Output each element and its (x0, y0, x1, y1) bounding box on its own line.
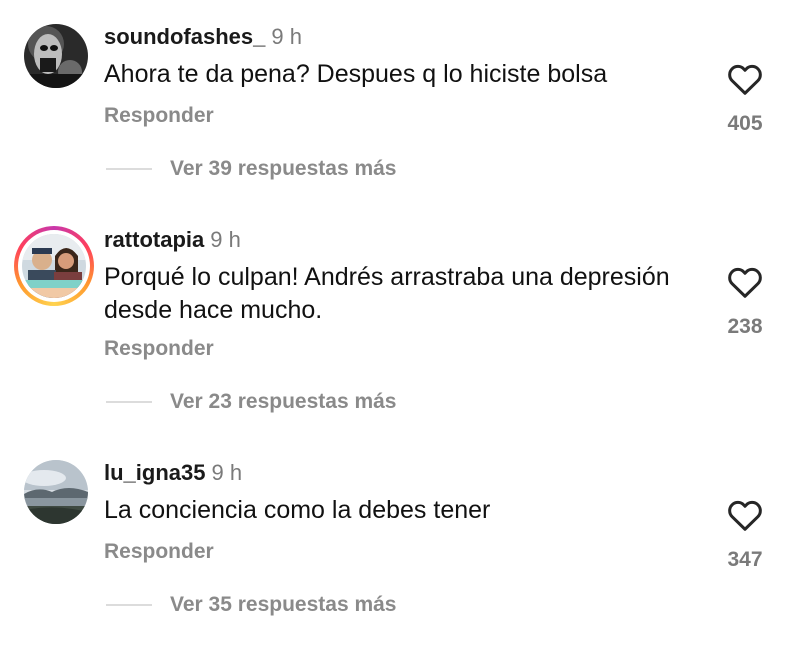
comment-text: Porqué lo culpan! Andrés arrastraba una … (104, 263, 670, 324)
view-replies-label: Ver 39 respuestas más (170, 157, 397, 180)
like-count: 405 (727, 112, 763, 135)
view-replies-button[interactable]: Ver 23 respuestas más (106, 387, 397, 417)
avatar[interactable] (24, 460, 88, 524)
view-replies-button[interactable]: Ver 39 respuestas más (106, 154, 397, 184)
divider-line (106, 401, 152, 403)
divider-line (106, 168, 152, 170)
comment-text: La conciencia como la debes tener (104, 496, 491, 524)
timestamp: 9 h (271, 24, 302, 49)
reply-button[interactable]: Responder (104, 540, 214, 564)
comment-header: rattotapia 9 h (104, 227, 241, 253)
username[interactable]: soundofashes_ (104, 24, 265, 49)
avatar[interactable] (14, 226, 94, 306)
reply-button[interactable]: Responder (104, 104, 214, 128)
reply-button[interactable]: Responder (104, 337, 214, 361)
heart-outline-icon[interactable] (727, 498, 763, 532)
comment-header: soundofashes_ 9 h (104, 24, 302, 50)
view-replies-label: Ver 35 respuestas más (170, 593, 397, 616)
like-control: 238 (718, 265, 772, 339)
username[interactable]: lu_igna35 (104, 460, 205, 485)
comment-header: lu_igna35 9 h (104, 460, 242, 486)
avatar-photo (22, 234, 86, 298)
comment-text: Ahora te da pena? Despues q lo hiciste b… (104, 60, 608, 88)
like-count: 238 (727, 315, 763, 338)
heart-outline-icon[interactable] (727, 62, 763, 96)
timestamp: 9 h (210, 227, 241, 252)
heart-outline-icon[interactable] (727, 265, 763, 299)
divider-line (106, 604, 152, 606)
like-control: 347 (718, 498, 772, 572)
timestamp: 9 h (211, 460, 243, 485)
avatar[interactable] (24, 24, 88, 88)
like-count: 347 (727, 548, 763, 571)
username[interactable]: rattotapia (104, 227, 204, 252)
like-control: 405 (718, 62, 772, 136)
view-replies-button[interactable]: Ver 35 respuestas más (106, 590, 397, 620)
view-replies-label: Ver 23 respuestas más (170, 390, 397, 413)
